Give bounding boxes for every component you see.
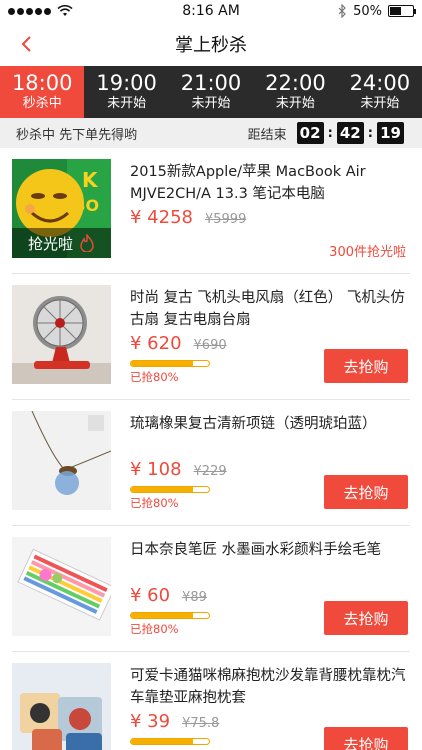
product-info: 可爱卡通猫咪棉麻抱枕沙发靠背腰枕靠枕汽车靠垫亚麻抱枕套 ¥ 39 ¥75.8 去… <box>111 663 410 750</box>
product-image-macbook: K SO 抢光啦 <box>12 159 111 258</box>
price-row: ¥ 39 ¥75.8 <box>130 711 219 732</box>
product-info: 琉璃橡果复古清新项链（透明琥珀蓝） ¥ 108 ¥229 已抢80% 去抢购 <box>111 411 410 525</box>
countdown-hint: 秒杀中 先下单先得哟 <box>16 127 138 143</box>
original-price: ¥690 <box>193 338 227 353</box>
wifi-icon <box>57 5 73 16</box>
status-bar: 8:16 AM 50% <box>0 0 422 22</box>
tab-2100[interactable]: 21:00 未开始 <box>169 66 253 118</box>
price-row: ¥ 4258 ¥5999 <box>130 207 246 228</box>
price-row: ¥ 108 ¥229 <box>130 459 227 480</box>
countdown-hours: 02 <box>296 122 324 144</box>
pillows-image <box>12 663 111 750</box>
signal-area <box>8 5 73 17</box>
countdown-label: 距结束 <box>247 127 287 143</box>
tab-status: 未开始 <box>360 96 400 111</box>
status-time: 8:16 AM <box>182 3 240 19</box>
nav-bar: 掌上秒杀 <box>0 22 422 66</box>
sales-progress-text: 已抢80% <box>130 622 179 636</box>
current-price: ¥ 60 <box>130 585 171 606</box>
sold-out-overlay: 抢光啦 <box>12 228 111 258</box>
current-price: ¥ 4258 <box>130 207 193 228</box>
fan-image <box>12 285 111 384</box>
product-name: 日本奈良笔匠 水墨画水彩颜料手绘毛笔 <box>130 542 382 558</box>
current-price: ¥ 620 <box>130 333 182 354</box>
tab-time: 18:00 <box>11 71 73 95</box>
countdown-separator: : <box>367 125 373 141</box>
list-item[interactable]: 琉璃橡果复古清新项链（透明琥珀蓝） ¥ 108 ¥229 已抢80% 去抢购 <box>12 400 410 526</box>
product-info: 时尚 复古 飞机头电风扇（红色） 飞机头仿古扇 复古电扇台扇 ¥ 620 ¥69… <box>111 285 410 399</box>
buy-now-button[interactable]: 去抢购 <box>324 601 408 635</box>
product-info: 2015新款Apple/苹果 MacBook Air MJVE2CH/A 13.… <box>111 159 410 273</box>
list-item[interactable]: 日本奈良笔匠 水墨画水彩颜料手绘毛笔 ¥ 60 ¥89 已抢80% 去抢购 <box>12 526 410 652</box>
tab-time: 24:00 <box>349 71 411 95</box>
tab-status: 秒杀中 <box>22 96 62 111</box>
product-name: 2015新款Apple/苹果 MacBook Air MJVE2CH/A 13.… <box>130 164 366 202</box>
tab-time: 22:00 <box>265 71 326 95</box>
product-name: 可爱卡通猫咪棉麻抱枕沙发靠背腰枕靠枕汽车靠垫亚麻抱枕套 <box>130 668 406 706</box>
countdown-seconds: 19 <box>377 122 404 144</box>
product-image-brushes <box>12 537 111 636</box>
sales-progress-bar <box>130 612 210 619</box>
sales-progress-text: 已抢80% <box>130 370 179 384</box>
battery-icon <box>388 5 416 17</box>
current-price: ¥ 108 <box>130 459 182 480</box>
original-price: ¥5999 <box>204 212 247 227</box>
tab-2400[interactable]: 24:00 未开始 <box>338 66 422 118</box>
tab-status: 未开始 <box>191 96 231 111</box>
svg-text:K: K <box>82 168 99 192</box>
sold-out-count: 300件抢光啦 <box>329 245 406 260</box>
list-item[interactable]: K SO 抢光啦 2015新款Apple/苹果 MacBook Air MJVE… <box>12 148 410 274</box>
original-price: ¥229 <box>193 464 227 479</box>
chevron-left-icon <box>21 36 31 52</box>
page-title: 掌上秒杀 <box>175 35 247 56</box>
list-item[interactable]: 时尚 复古 飞机头电风扇（红色） 飞机头仿古扇 复古电扇台扇 ¥ 620 ¥69… <box>12 274 410 400</box>
tab-status: 未开始 <box>107 96 147 111</box>
buy-now-button[interactable]: 去抢购 <box>324 475 408 509</box>
signal-strength-icon <box>8 7 51 15</box>
product-image-pillows <box>12 663 111 750</box>
countdown-minutes: 42 <box>336 122 364 144</box>
battery-percent: 50% <box>353 3 382 19</box>
countdown-separator: : <box>327 125 333 141</box>
product-name: 时尚 复古 飞机头电风扇（红色） 飞机头仿古扇 复古电扇台扇 <box>130 290 405 328</box>
necklace-image <box>12 411 111 510</box>
original-price: ¥75.8 <box>182 716 220 731</box>
back-button[interactable] <box>12 30 40 58</box>
countdown-bar: 秒杀中 先下单先得哟 距结束 02 : 42 : 19 <box>0 118 422 148</box>
sales-progress-text: 已抢80% <box>130 496 179 510</box>
brushes-image <box>12 537 111 636</box>
sold-out-overlay-label: 抢光啦 <box>27 234 73 253</box>
sales-progress-bar <box>130 360 210 367</box>
current-price: ¥ 39 <box>130 711 171 732</box>
product-list: K SO 抢光啦 2015新款Apple/苹果 MacBook Air MJVE… <box>0 148 422 750</box>
sales-progress-bar <box>130 738 210 745</box>
status-right: 50% <box>338 3 416 19</box>
countdown-timer: 距结束 02 : 42 : 19 <box>248 122 404 144</box>
tab-time: 19:00 <box>96 71 157 95</box>
tab-status: 未开始 <box>275 96 315 111</box>
original-price: ¥89 <box>182 590 207 605</box>
tab-1900[interactable]: 19:00 未开始 <box>84 66 168 118</box>
bluetooth-icon <box>338 4 346 18</box>
tab-time: 21:00 <box>180 71 242 95</box>
tab-2200[interactable]: 22:00 未开始 <box>253 66 337 118</box>
price-row: ¥ 60 ¥89 <box>130 585 207 606</box>
flame-icon <box>80 234 94 252</box>
tab-1800[interactable]: 18:00 秒杀中 <box>0 66 85 118</box>
buy-now-button[interactable]: 去抢购 <box>324 727 408 750</box>
product-name: 琉璃橡果复古清新项链（透明琥珀蓝） <box>130 416 377 432</box>
time-tabs: 18:00 秒杀中 19:00 未开始 21:00 未开始 22:00 未开始 … <box>0 66 422 118</box>
sales-progress-bar <box>130 486 210 493</box>
price-row: ¥ 620 ¥690 <box>130 333 227 354</box>
list-item[interactable]: 可爱卡通猫咪棉麻抱枕沙发靠背腰枕靠枕汽车靠垫亚麻抱枕套 ¥ 39 ¥75.8 去… <box>12 652 410 750</box>
product-info: 日本奈良笔匠 水墨画水彩颜料手绘毛笔 ¥ 60 ¥89 已抢80% 去抢购 <box>111 537 410 651</box>
product-image-fan <box>12 285 111 384</box>
product-image-necklace <box>12 411 111 510</box>
buy-now-button[interactable]: 去抢购 <box>324 349 408 383</box>
